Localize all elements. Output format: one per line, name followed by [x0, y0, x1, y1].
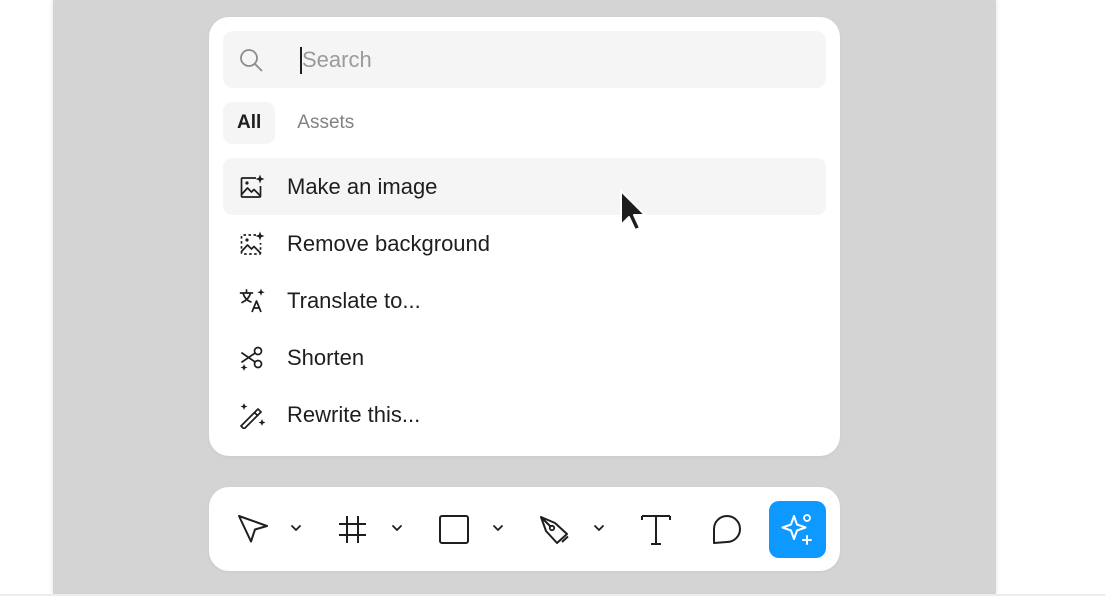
actions-menu: Make an image Remove background Translat… [223, 158, 826, 443]
menu-item-rewrite[interactable]: Rewrite this... [223, 386, 826, 443]
shorten-icon [240, 346, 263, 371]
filter-tabs: All Assets [223, 102, 368, 144]
rectangle-tool-button[interactable] [425, 501, 482, 558]
move-cursor-icon [238, 515, 268, 543]
tab-assets[interactable]: Assets [283, 102, 368, 144]
search-box[interactable] [223, 31, 826, 88]
menu-item-label: Translate to... [287, 288, 421, 313]
magic-wand-icon [240, 403, 266, 429]
menu-item-label: Shorten [287, 345, 365, 370]
menu-item-translate[interactable]: Translate to... [223, 272, 826, 329]
pen-icon [540, 516, 569, 544]
menu-item-label: Make an image [287, 174, 438, 199]
frame-icon [339, 516, 366, 543]
chevron-down-icon[interactable] [289, 521, 303, 535]
bottom-toolbar [209, 487, 840, 571]
rectangle-icon [439, 515, 469, 544]
actions-ai-button[interactable] [769, 501, 826, 558]
menu-item-label: Rewrite this... [287, 402, 421, 427]
frame-tool-button[interactable] [324, 501, 381, 558]
image-sparkle-icon [240, 174, 265, 198]
actions-panel: All Assets Make an image Remove backgrou… [209, 17, 840, 456]
chevron-down-icon[interactable] [592, 521, 606, 535]
menu-item-remove-background[interactable]: Remove background [223, 215, 826, 272]
menu-item-make-an-image[interactable]: Make an image [223, 158, 826, 215]
comment-icon [713, 515, 741, 544]
search-input[interactable] [302, 41, 802, 79]
chevron-down-icon[interactable] [491, 521, 505, 535]
move-tool-button[interactable] [223, 501, 280, 558]
search-icon [240, 49, 263, 72]
translate-icon [239, 288, 265, 313]
tab-all[interactable]: All [223, 102, 276, 144]
menu-item-shorten[interactable]: Shorten [223, 329, 826, 386]
chevron-down-icon[interactable] [390, 521, 404, 535]
menu-item-label: Remove background [287, 231, 491, 256]
text-icon [641, 515, 671, 545]
pen-tool-button[interactable] [526, 501, 583, 558]
mouse-cursor-icon [620, 190, 646, 231]
ai-sparkle-icon [781, 514, 812, 545]
text-tool-button[interactable] [627, 501, 684, 558]
comment-tool-button[interactable] [698, 501, 755, 558]
remove-background-icon [240, 231, 265, 255]
